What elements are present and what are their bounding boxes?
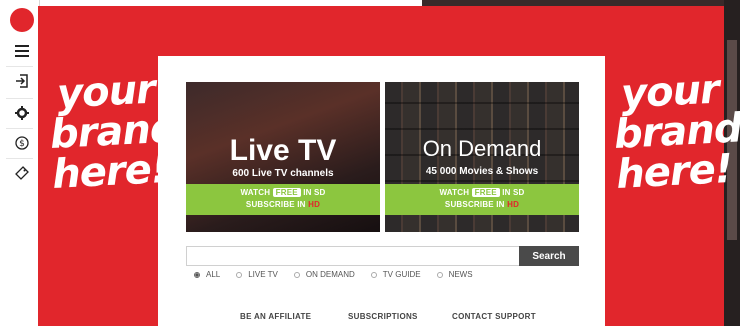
live-tv-cta[interactable]: WATCH FREE IN SD SUBSCRIBE IN HD — [186, 184, 380, 215]
radio-dot — [236, 271, 243, 278]
tile-subtitle: 45 000 Movies & Shows — [425, 166, 539, 177]
filter-label: ON DEMAND — [305, 270, 355, 279]
watch-label: WATCH — [240, 188, 271, 197]
rail-divider — [6, 128, 33, 129]
affiliate-link[interactable]: BE AN AFFILIATE — [240, 312, 311, 321]
filter-tv-guide[interactable]: TV GUIDE — [370, 270, 421, 279]
tile-title: Live TV — [229, 134, 337, 167]
on-demand-tile[interactable]: On Demand 45 000 Movies & Shows WATCH FR… — [385, 82, 579, 232]
filter-label: LIVE TV — [248, 270, 278, 279]
rail-divider — [6, 66, 33, 67]
subscribe-label: SUBSCRIBE IN — [444, 200, 505, 209]
free-badge: FREE — [272, 188, 301, 197]
rail-divider — [6, 98, 33, 99]
login-icon[interactable] — [11, 70, 33, 92]
tile-subtitle: 600 Live TV channels — [232, 168, 334, 179]
watch-free-link[interactable]: WATCH FREE IN SD — [186, 188, 380, 197]
watch-free-link[interactable]: WATCH FREE IN SD — [385, 188, 579, 197]
tile-title: On Demand — [422, 136, 542, 161]
watch-suffix: IN SD — [502, 188, 525, 197]
radio-dot — [436, 271, 443, 278]
hd-label: HD — [507, 200, 520, 209]
on-demand-cta[interactable]: WATCH FREE IN SD SUBSCRIBE IN HD — [385, 184, 579, 215]
logo-dot[interactable] — [10, 8, 34, 32]
subscribe-label: SUBSCRIBE IN — [245, 200, 306, 209]
sidebar-rail: $ — [0, 0, 40, 326]
subscribe-hd-link[interactable]: SUBSCRIBE IN HD — [385, 200, 579, 209]
filter-all[interactable]: ALL — [194, 270, 220, 279]
filter-live-tv[interactable]: LIVE TV — [236, 270, 278, 279]
brand-line: here! — [51, 145, 170, 198]
radio-dot — [194, 271, 200, 278]
contact-support-link[interactable]: CONTACT SUPPORT — [452, 312, 536, 321]
search-filters: ALL LIVE TV ON DEMAND TV GUIDE NEWS — [194, 270, 489, 279]
rail-divider — [6, 158, 33, 159]
filter-news[interactable]: NEWS — [436, 270, 473, 279]
live-tv-tile[interactable]: Live TV 600 Live TV channels WATCH FREE … — [186, 82, 380, 232]
svg-text:$: $ — [19, 139, 25, 149]
portal-page: Live TV 600 Live TV channels WATCH FREE … — [158, 56, 605, 326]
filter-label: NEWS — [448, 270, 473, 279]
subscribe-hd-link[interactable]: SUBSCRIBE IN HD — [186, 200, 380, 209]
watch-suffix: IN SD — [303, 188, 326, 197]
brand-slogan-right: your brand here! — [611, 67, 740, 198]
filter-label: ALL — [206, 270, 221, 279]
tag-icon[interactable] — [11, 162, 33, 184]
free-badge: FREE — [471, 188, 500, 197]
brand-slogan-left: your brand here! — [47, 67, 179, 198]
hd-label: HD — [308, 200, 321, 209]
search-input[interactable] — [186, 246, 519, 266]
filter-label: TV GUIDE — [382, 270, 421, 279]
radio-dot — [370, 271, 377, 278]
search-button[interactable]: Search — [519, 246, 579, 266]
filter-on-demand[interactable]: ON DEMAND — [293, 270, 355, 279]
subscriptions-link[interactable]: SUBSCRIPTIONS — [348, 312, 418, 321]
currency-icon[interactable]: $ — [11, 132, 33, 154]
brand-line: here! — [615, 145, 734, 198]
radio-dot — [293, 271, 300, 278]
watch-label: WATCH — [439, 188, 470, 197]
gear-icon[interactable] — [11, 102, 33, 124]
menu-icon[interactable] — [11, 40, 33, 62]
